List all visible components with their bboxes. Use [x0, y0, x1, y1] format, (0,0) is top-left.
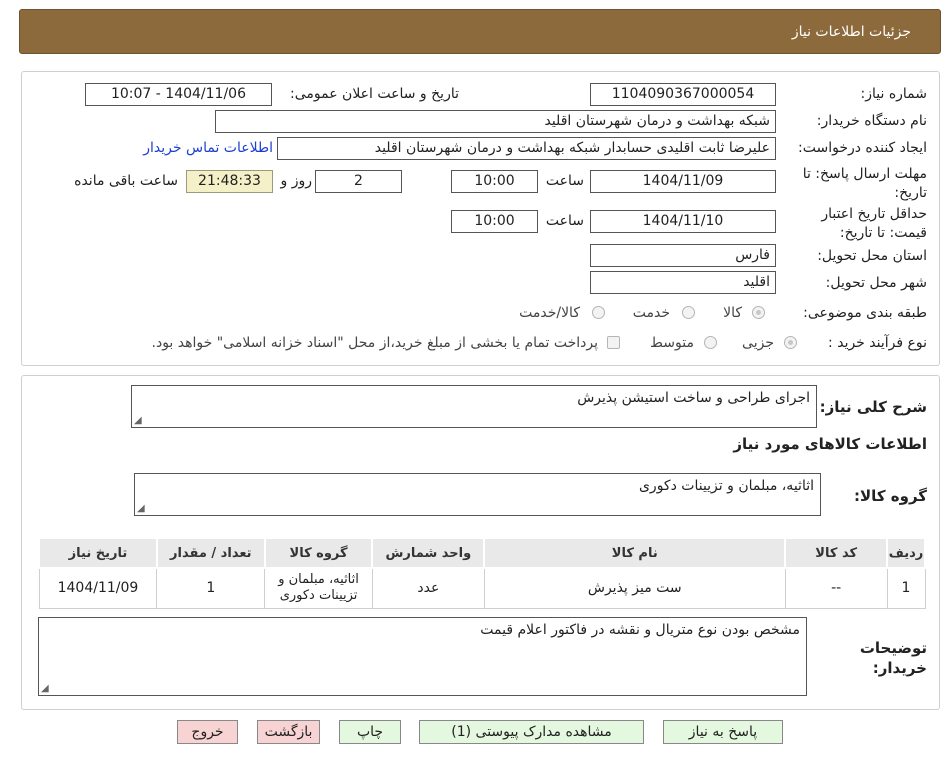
col-name: نام کالا	[483, 537, 787, 569]
page-title: جزئیات اطلاعات نیاز	[791, 24, 911, 40]
category-goods-radio[interactable]	[752, 306, 765, 319]
validity-date-field: 1404/11/10	[590, 210, 776, 233]
page-header: جزئیات اطلاعات نیاز	[19, 9, 941, 54]
requester-label: ایجاد کننده درخواست:	[798, 140, 927, 156]
category-goods-label: کالا	[723, 305, 742, 321]
table-row: 1 -- ست میز پذیرش عدد اثاثیه، مبلمان و ت…	[38, 567, 926, 609]
announce-field: 1404/11/06 - 10:07	[85, 83, 272, 106]
process-medium-label: متوسط	[650, 335, 694, 351]
treasury-payment-checkbox[interactable]	[607, 336, 620, 349]
buyer-notes-label: توضیحات خریدار:	[860, 638, 927, 678]
category-service-radio[interactable]	[682, 306, 695, 319]
buyer-contact-link[interactable]: اطلاعات تماس خریدار	[143, 140, 273, 156]
deadline-label-line2: تاریخ:	[894, 185, 927, 201]
category-service-label: خدمت	[632, 305, 670, 321]
category-label: طبقه بندی موضوعی:	[803, 305, 927, 321]
remaining-label: ساعت باقی مانده	[74, 173, 178, 189]
buyer-notes-label-line2: خریدار:	[872, 659, 927, 677]
col-date: تاریخ نیاز	[38, 537, 158, 569]
col-unit: واحد شمارش	[371, 537, 486, 569]
col-code: کد کالا	[784, 537, 889, 569]
announce-label: تاریخ و ساعت اعلان عمومی:	[290, 86, 459, 102]
validity-label-line1: حداقل تاریخ اعتبار	[821, 206, 927, 222]
cell-date: 1404/11/09	[38, 567, 158, 609]
need-number-field: 1104090367000054	[590, 83, 776, 106]
requester-field: علیرضا ثابت اقلیدی حسابدار شبکه بهداشت و…	[277, 137, 776, 160]
deadline-label: مهلت ارسال پاسخ: تا تاریخ:	[803, 165, 927, 203]
goods-group-textarea: اثاثیه، مبلمان و تزیینات دکوری ◢	[134, 473, 821, 516]
goods-group-text: اثاثیه، مبلمان و تزیینات دکوری	[638, 478, 814, 494]
buyer-org-field: شبکه بهداشت و درمان شهرستان اقلید	[215, 110, 776, 133]
col-qty: تعداد / مقدار	[155, 537, 266, 569]
cell-name: ست میز پذیرش	[483, 567, 786, 609]
days-label: روز و	[280, 173, 313, 189]
deadline-time-field: 10:00	[451, 170, 538, 193]
summary-textarea: اجرای طراحی و ساخت استیشن پذیرش ◢	[131, 385, 817, 428]
resize-grip-icon: ◢	[137, 503, 145, 514]
deadline-time-label: ساعت	[545, 173, 584, 189]
category-goods-service-radio[interactable]	[592, 306, 605, 319]
city-label: شهر محل تحویل:	[825, 275, 927, 291]
attachments-button[interactable]: مشاهده مدارک پیوستی (1)	[419, 720, 644, 744]
buyer-notes-label-line1: توضیحات	[859, 639, 927, 657]
back-button[interactable]: بازگشت	[257, 720, 320, 744]
process-label: نوع فرآیند خرید :	[828, 335, 927, 351]
reply-button[interactable]: پاسخ به نیاز	[663, 720, 783, 744]
print-button[interactable]: چاپ	[339, 720, 401, 744]
deadline-label-line1: مهلت ارسال پاسخ: تا	[802, 166, 927, 182]
treasury-payment-note: پرداخت تمام یا بخشی از مبلغ خرید،از محل …	[151, 335, 598, 351]
resize-grip-icon: ◢	[41, 683, 49, 694]
validity-time-label: ساعت	[545, 213, 584, 229]
goods-section-title: اطلاعات کالاهای مورد نیاز	[733, 435, 927, 453]
buyer-notes-textarea: مشخص بودن نوع متریال و نقشه در فاکتور اع…	[38, 617, 807, 696]
goods-table: ردیف کد کالا نام کالا واحد شمارش گروه کا…	[38, 537, 926, 609]
col-group: گروه کالا	[263, 537, 374, 569]
province-label: استان محل تحویل:	[817, 248, 927, 264]
province-field: فارس	[590, 244, 776, 267]
need-number-label: شماره نیاز:	[860, 86, 928, 102]
cell-unit: عدد	[371, 567, 485, 609]
validity-time-field: 10:00	[451, 210, 538, 233]
process-medium-radio[interactable]	[704, 336, 717, 349]
goods-table-header: ردیف کد کالا نام کالا واحد شمارش گروه کا…	[38, 537, 926, 569]
process-minor-radio[interactable]	[784, 336, 797, 349]
summary-text: اجرای طراحی و ساخت استیشن پذیرش	[577, 390, 810, 406]
cell-row: 1	[886, 567, 926, 609]
resize-grip-icon: ◢	[134, 415, 142, 426]
validity-label: حداقل تاریخ اعتبار قیمت: تا تاریخ:	[821, 205, 927, 243]
summary-label: شرح کلی نیاز:	[819, 398, 927, 416]
goods-group-label: گروه کالا:	[854, 487, 927, 505]
process-minor-label: جزیی	[742, 335, 774, 351]
validity-label-line2: قیمت: تا تاریخ:	[839, 225, 927, 241]
buyer-org-label: نام دستگاه خریدار:	[816, 113, 927, 129]
city-field: اقلید	[590, 271, 776, 294]
buyer-notes-text: مشخص بودن نوع متریال و نقشه در فاکتور اع…	[480, 622, 800, 638]
col-row: ردیف	[886, 537, 926, 569]
cell-group: اثاثیه، مبلمان و تزیینات دکوری	[264, 567, 373, 609]
category-goods-service-label: کالا/خدمت	[519, 305, 580, 321]
cell-code: --	[784, 567, 888, 609]
days-remaining-field: 2	[315, 170, 402, 193]
deadline-date-field: 1404/11/09	[590, 170, 776, 193]
exit-button[interactable]: خروج	[177, 720, 238, 744]
cell-qty: 1	[156, 567, 266, 609]
remaining-time-field: 21:48:33	[186, 170, 273, 193]
